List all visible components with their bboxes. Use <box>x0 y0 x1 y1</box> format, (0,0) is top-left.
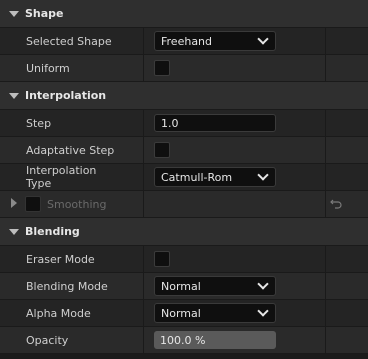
property-row-smoothing: Smoothing <box>0 191 368 218</box>
reset-arrow-icon[interactable] <box>329 191 343 217</box>
blending-mode-value: Normal <box>161 279 201 293</box>
opacity-slider[interactable]: 100.0 % <box>154 331 276 349</box>
property-row-alpha-mode: Alpha Mode Normal <box>0 300 368 327</box>
step-label: Step <box>26 116 52 130</box>
alpha-mode-dropdown[interactable]: Normal <box>154 303 276 323</box>
property-row-step: Step 1.0 <box>0 110 368 137</box>
section-title-blending: Blending <box>25 225 80 238</box>
chevron-down-icon <box>257 305 269 317</box>
alpha-mode-label: Alpha Mode <box>26 306 91 320</box>
chevron-down-icon <box>257 278 269 290</box>
smoothing-label: Smoothing <box>47 197 107 211</box>
adaptative-step-checkbox[interactable] <box>154 142 170 158</box>
uniform-label: Uniform <box>26 61 70 75</box>
adaptative-step-label: Adaptative Step <box>26 143 115 157</box>
expand-arrow-icon[interactable] <box>9 228 19 235</box>
opacity-label: Opacity <box>26 333 69 347</box>
property-row-interpolation-type: Interpolation Type Catmull-Rom <box>0 164 368 191</box>
selected-shape-dropdown[interactable]: Freehand <box>154 31 276 51</box>
step-value: 1.0 <box>161 116 179 130</box>
section-header-interpolation[interactable]: Interpolation <box>0 82 368 110</box>
blending-mode-label: Blending Mode <box>26 279 108 293</box>
property-row-uniform: Uniform <box>0 55 368 82</box>
property-row-adaptative-step: Adaptative Step <box>0 137 368 164</box>
expand-arrow-icon[interactable] <box>9 92 19 99</box>
interpolation-type-label: Interpolation Type <box>26 164 97 190</box>
eraser-mode-checkbox[interactable] <box>154 251 170 267</box>
property-row-opacity: Opacity 100.0 % <box>0 327 368 354</box>
chevron-down-icon <box>257 33 269 45</box>
opacity-value: 100.0 % <box>160 333 206 347</box>
eraser-mode-label: Eraser Mode <box>26 252 95 266</box>
property-row-selected-shape: Selected Shape Freehand <box>0 28 368 55</box>
property-row-blending-mode: Blending Mode Normal <box>0 273 368 300</box>
section-title-shape: Shape <box>25 7 64 20</box>
blending-mode-dropdown[interactable]: Normal <box>154 276 276 296</box>
section-header-blending[interactable]: Blending <box>0 218 368 246</box>
expand-arrow-icon[interactable] <box>9 10 19 17</box>
interpolation-type-dropdown[interactable]: Catmull-Rom <box>154 167 276 187</box>
alpha-mode-value: Normal <box>161 306 201 320</box>
column-divider <box>143 28 144 54</box>
section-title-interpolation: Interpolation <box>25 89 107 102</box>
selected-shape-value: Freehand <box>161 34 213 48</box>
interpolation-type-value: Catmull-Rom <box>161 170 233 184</box>
expand-arrow-icon[interactable] <box>11 197 21 211</box>
smoothing-enable-checkbox[interactable] <box>25 196 41 212</box>
step-input[interactable]: 1.0 <box>154 114 276 132</box>
chevron-down-icon <box>257 169 269 181</box>
section-header-shape[interactable]: Shape <box>0 0 368 28</box>
details-panel: Shape Selected Shape Freehand Uniform In… <box>0 0 368 354</box>
property-row-eraser-mode: Eraser Mode <box>0 246 368 273</box>
uniform-checkbox[interactable] <box>154 60 170 76</box>
selected-shape-label: Selected Shape <box>26 34 112 48</box>
